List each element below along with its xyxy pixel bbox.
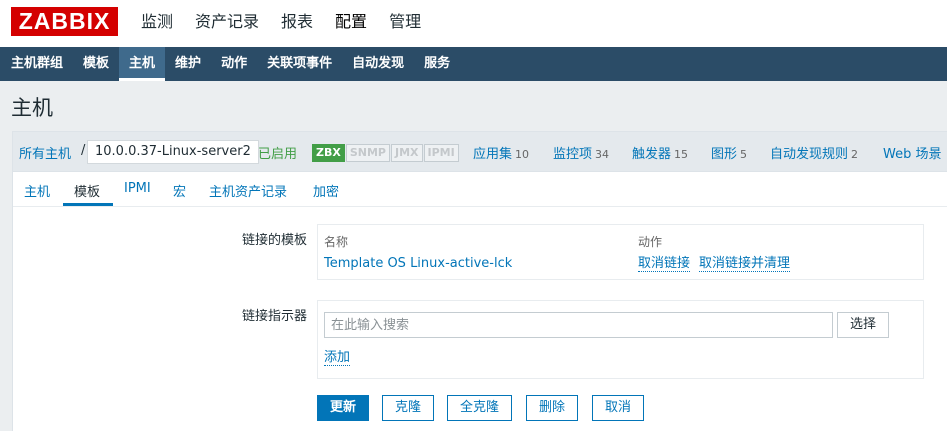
link-triggers[interactable]: 触发器 15 bbox=[632, 143, 688, 162]
linked-templates-label: 链接的模板 bbox=[241, 233, 307, 248]
add-template-link[interactable]: 添加 bbox=[324, 350, 351, 366]
unlink-button[interactable]: 取消链接 bbox=[638, 256, 691, 272]
breadcrumb-separator: / bbox=[81, 143, 86, 158]
link-new-templates: 选择 添加 bbox=[317, 300, 924, 379]
top-header: ZABBIX 监测 资产记录 报表 配置 管理 bbox=[0, 0, 947, 47]
tab-ipmi[interactable]: IPMI bbox=[124, 181, 151, 196]
link-items-label: 监控项 bbox=[553, 147, 593, 162]
menu-administration[interactable]: 管理 bbox=[378, 0, 432, 47]
link-discovery-rules-label: 自动发现规则 bbox=[770, 147, 849, 162]
submenu-templates[interactable]: 模板 bbox=[73, 47, 119, 81]
link-applications-count: 10 bbox=[515, 148, 530, 161]
submenu-host-groups[interactable]: 主机群组 bbox=[1, 47, 73, 81]
column-header-name: 名称 bbox=[324, 235, 349, 249]
host-navigation: 所有主机 / 10.0.0.37-Linux-server2 已启用 ZBX S… bbox=[12, 131, 947, 172]
update-button[interactable]: 更新 bbox=[317, 395, 370, 421]
zbx-badge: ZBX bbox=[312, 144, 345, 162]
host-status[interactable]: 已启用 bbox=[258, 143, 297, 162]
menu-reports[interactable]: 报表 bbox=[270, 0, 324, 47]
link-items-count: 34 bbox=[595, 148, 610, 161]
menu-monitoring[interactable]: 监测 bbox=[130, 0, 184, 47]
tab-templates[interactable]: 模板 bbox=[74, 181, 100, 200]
link-applications[interactable]: 应用集 10 bbox=[473, 143, 529, 162]
link-graphs[interactable]: 图形 5 bbox=[711, 143, 747, 162]
link-discovery-rules-count: 2 bbox=[851, 148, 859, 161]
link-indicator-label: 链接指示器 bbox=[241, 309, 307, 324]
menu-configuration[interactable]: 配置 bbox=[324, 0, 378, 47]
link-discovery-rules[interactable]: 自动发现规则 2 bbox=[770, 143, 858, 162]
sub-menu: 主机群组 模板 主机 维护 动作 关联项事件 自动发现 服务 bbox=[0, 47, 947, 81]
tab-encryption[interactable]: 加密 bbox=[313, 181, 339, 200]
submenu-services[interactable]: 服务 bbox=[414, 47, 460, 81]
delete-button[interactable]: 删除 bbox=[526, 395, 579, 421]
breadcrumb-current-host[interactable]: 10.0.0.37-Linux-server2 bbox=[87, 140, 259, 164]
submenu-hosts[interactable]: 主机 bbox=[119, 47, 166, 81]
column-header-action: 动作 bbox=[638, 235, 663, 249]
availability-badges: ZBX SNMP JMX IPMI bbox=[312, 144, 460, 162]
link-triggers-count: 15 bbox=[674, 148, 689, 161]
host-form: 主机 模板 IPMI 宏 主机资产记录 加密 链接的模板 名称 动作 Templ… bbox=[12, 172, 947, 431]
active-tab-indicator bbox=[63, 203, 113, 206]
link-graphs-label: 图形 bbox=[711, 147, 738, 162]
menu-inventory[interactable]: 资产记录 bbox=[184, 0, 270, 47]
tab-inventory[interactable]: 主机资产记录 bbox=[209, 181, 287, 200]
form-tabs: 主机 模板 IPMI 宏 主机资产记录 加密 bbox=[13, 172, 947, 207]
link-applications-label: 应用集 bbox=[473, 147, 513, 162]
link-graphs-count: 5 bbox=[740, 148, 748, 161]
link-web-scenarios[interactable]: Web 场景 bbox=[883, 143, 941, 162]
link-triggers-label: 触发器 bbox=[632, 147, 672, 162]
breadcrumb-all-hosts[interactable]: 所有主机 bbox=[19, 143, 71, 162]
linked-templates-table: 名称 动作 Template OS Linux-active-lck 取消链接 … bbox=[317, 224, 924, 280]
unlink-and-clear-button[interactable]: 取消链接并清理 bbox=[699, 256, 791, 272]
jmx-badge: JMX bbox=[390, 144, 423, 162]
submenu-actions[interactable]: 动作 bbox=[211, 47, 257, 81]
template-search-input[interactable] bbox=[324, 312, 833, 338]
submenu-correlation[interactable]: 关联项事件 bbox=[257, 47, 342, 81]
link-items[interactable]: 监控项 34 bbox=[553, 143, 609, 162]
tab-host[interactable]: 主机 bbox=[24, 181, 50, 200]
ipmi-badge: IPMI bbox=[423, 144, 459, 162]
zabbix-logo[interactable]: ZABBIX bbox=[11, 7, 118, 36]
page-title: 主机 bbox=[11, 96, 53, 120]
cancel-button[interactable]: 取消 bbox=[592, 395, 645, 421]
full-clone-button[interactable]: 全克隆 bbox=[447, 395, 513, 421]
snmp-badge: SNMP bbox=[345, 144, 390, 162]
tab-macros[interactable]: 宏 bbox=[173, 181, 186, 200]
link-web-scenarios-label: Web 场景 bbox=[883, 147, 942, 162]
clone-button[interactable]: 克隆 bbox=[382, 395, 435, 421]
submenu-discovery[interactable]: 自动发现 bbox=[342, 47, 414, 81]
main-menu: 监测 资产记录 报表 配置 管理 bbox=[130, 0, 432, 47]
template-link[interactable]: Template OS Linux-active-lck bbox=[324, 256, 512, 271]
select-button[interactable]: 选择 bbox=[837, 312, 890, 338]
submenu-maintenance[interactable]: 维护 bbox=[165, 47, 211, 81]
